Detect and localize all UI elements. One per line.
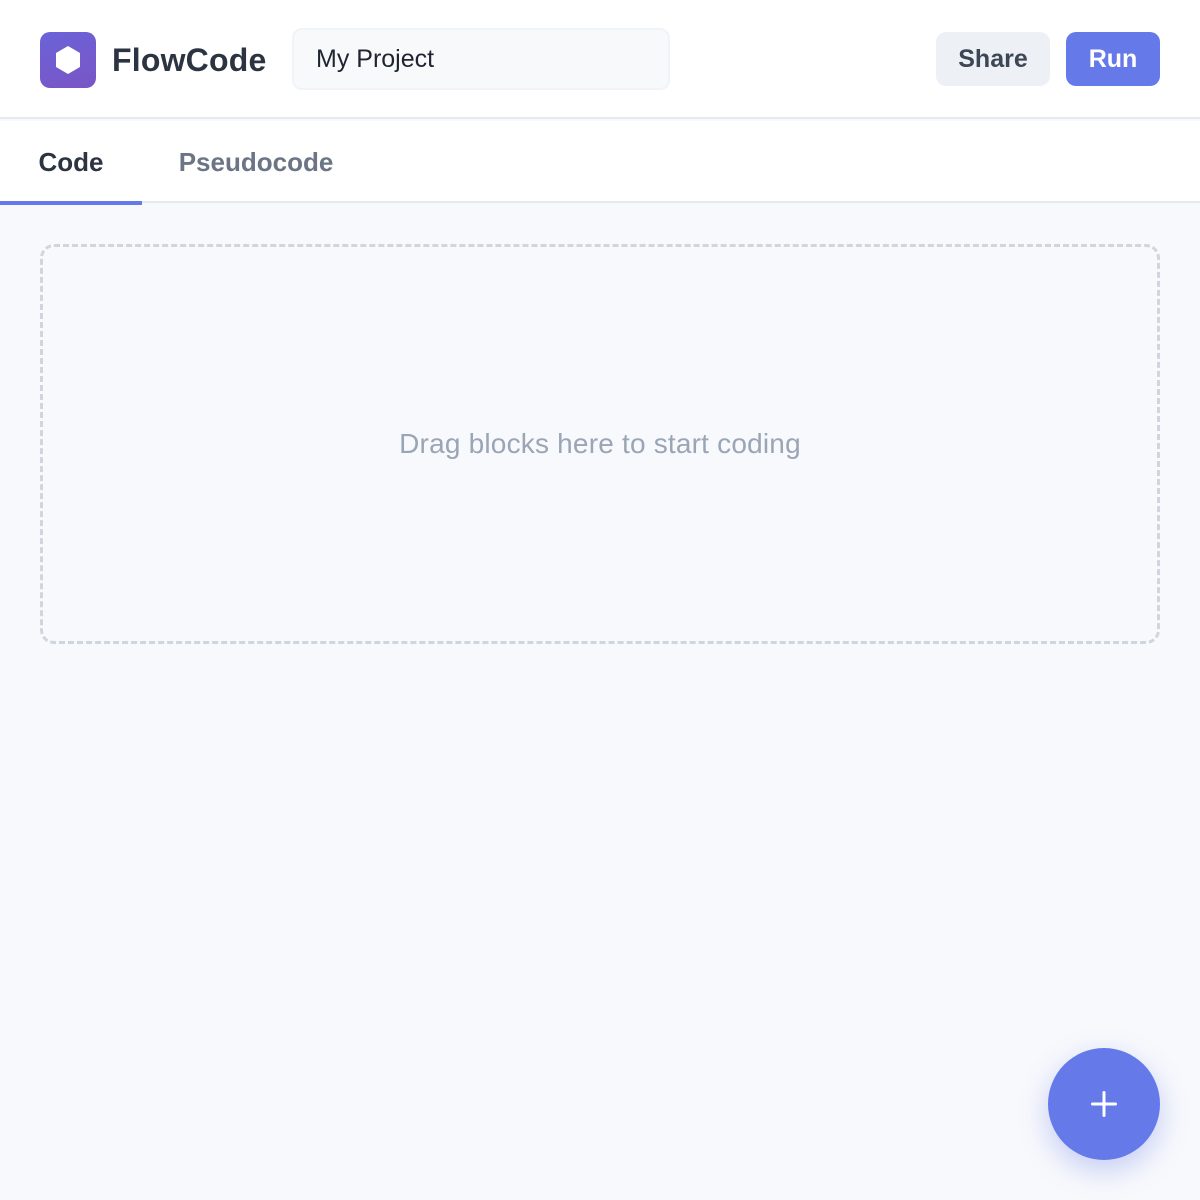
run-button[interactable]: Run [1066, 32, 1160, 86]
brand-name: FlowCode [112, 42, 267, 78]
tab-code[interactable]: Code [0, 121, 142, 205]
app-root: FlowCode Share Run Code Pseudocode Drag … [0, 0, 1200, 1200]
plus-icon [1091, 1091, 1117, 1117]
drop-zone-hint: Drag blocks here to start coding [399, 428, 801, 459]
top-header: FlowCode Share Run [0, 0, 1200, 119]
hexagon-icon [40, 32, 96, 88]
add-block-button[interactable] [1048, 1048, 1160, 1160]
tab-pseudocode[interactable]: Pseudocode [142, 121, 370, 203]
editor-tabs: Code Pseudocode [0, 121, 1200, 205]
share-button[interactable]: Share [936, 32, 1050, 86]
block-drop-zone[interactable]: Drag blocks here to start coding [40, 244, 1160, 644]
project-name-input[interactable] [292, 28, 670, 90]
